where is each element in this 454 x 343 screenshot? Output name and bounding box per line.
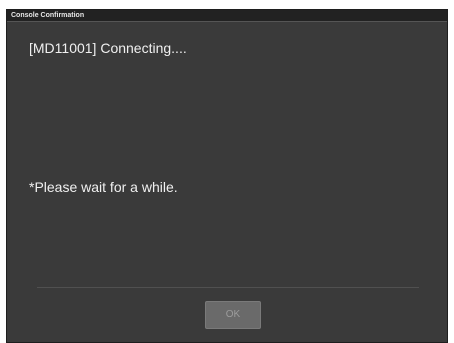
wait-note: *Please wait for a while. (29, 179, 178, 195)
ok-button[interactable]: OK (205, 301, 261, 329)
status-message: [MD11001] Connecting.... (29, 40, 187, 56)
button-divider (37, 287, 419, 288)
dialog-titlebar[interactable]: Console Confirmation (7, 10, 447, 22)
dialog-title: Console Confirmation (11, 12, 85, 19)
console-confirmation-dialog: Console Confirmation [MD11001] Connectin… (6, 9, 448, 343)
